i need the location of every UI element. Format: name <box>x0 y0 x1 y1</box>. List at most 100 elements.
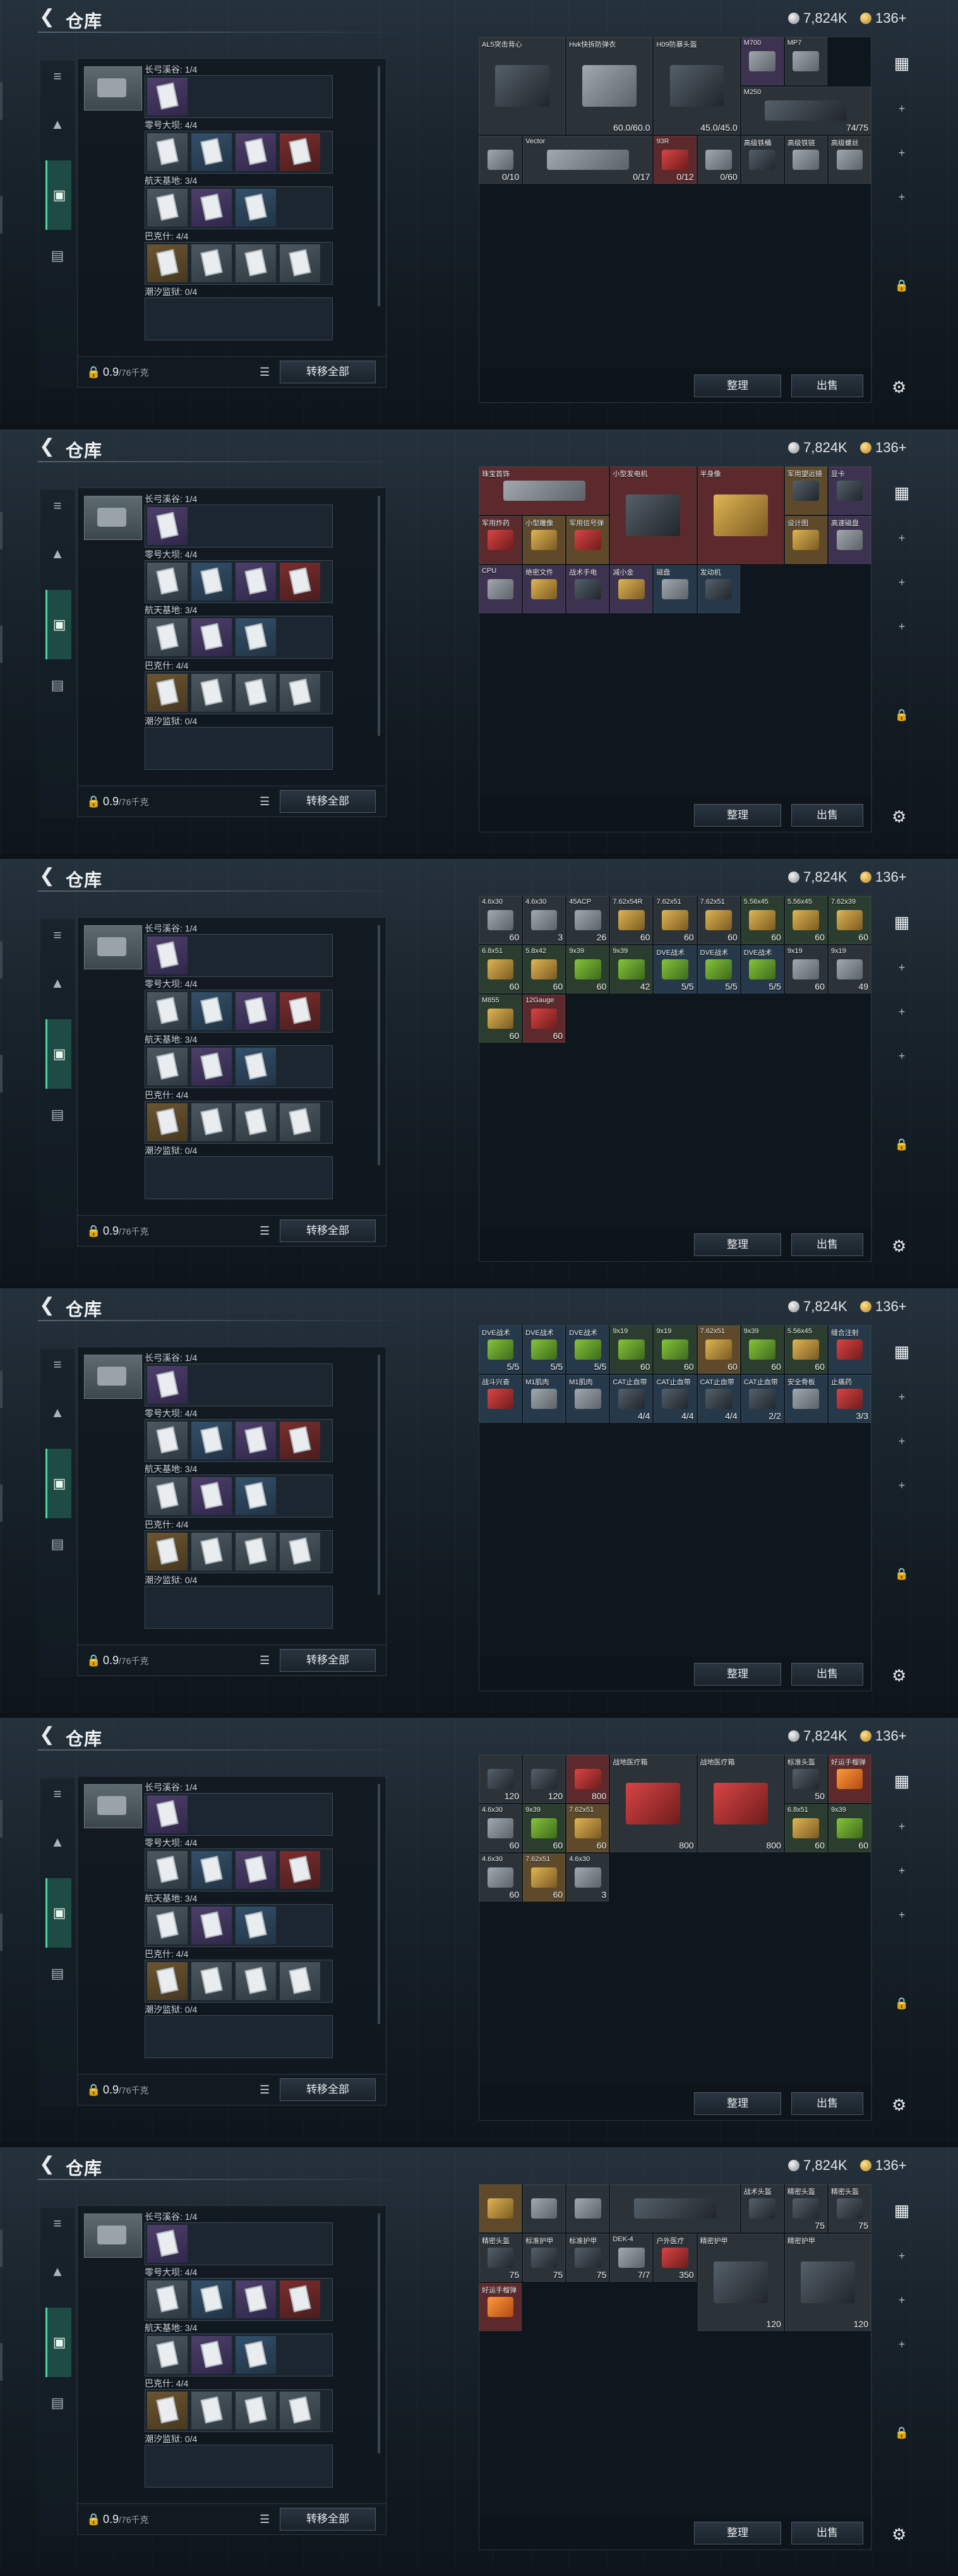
key-card-slot[interactable] <box>236 1962 276 2000</box>
key-card-slot[interactable] <box>147 937 188 974</box>
inventory-item[interactable]: 好运手榴弹 <box>479 2283 522 2331</box>
key-card-slot[interactable] <box>280 563 320 601</box>
inventory-item[interactable]: 7.62x51 60 <box>523 1854 566 1902</box>
inventory-item[interactable]: 0/10 <box>479 136 522 184</box>
key-card-slot[interactable] <box>191 244 232 282</box>
key-card-slot[interactable] <box>280 1851 320 1889</box>
inventory-item[interactable]: 小型雕像 <box>523 516 566 564</box>
inventory-item[interactable]: 军用信号弹 <box>566 516 609 564</box>
sell-button[interactable]: 出售 <box>791 1663 863 1686</box>
inventory-item[interactable]: 精密头盔 75 <box>828 2184 871 2232</box>
settings-gear-icon[interactable]: ⚙ <box>892 2525 906 2544</box>
key-card-slot[interactable] <box>236 1103 276 1141</box>
inventory-item[interactable]: 5.56x45 60 <box>784 896 827 944</box>
key-card-slot[interactable] <box>236 674 276 712</box>
inventory-item[interactable]: 7.62x51 60 <box>654 896 697 944</box>
storage-home-icon[interactable]: ▦ <box>893 484 911 501</box>
gold-currency[interactable]: 136+ <box>860 10 907 27</box>
edge-tab[interactable] <box>0 1484 3 1522</box>
gear-tab-icon[interactable]: ▲ <box>45 971 69 995</box>
key-card-slot[interactable] <box>147 674 188 712</box>
transfer-all-button[interactable]: 转移全部 <box>280 1219 376 1242</box>
backpack-tab-icon[interactable]: ▣ <box>45 1449 71 1518</box>
inventory-item[interactable]: DVE战术 5/5 <box>654 945 697 993</box>
storage-tab-icon[interactable]: ▤ <box>45 2391 69 2415</box>
weapon-tab-icon[interactable]: ≡ <box>45 64 69 88</box>
scrollbar[interactable] <box>378 1355 380 1595</box>
inventory-item[interactable]: 精密头盔 75 <box>479 2234 522 2282</box>
inventory-item[interactable]: 高级铁链 <box>784 136 827 184</box>
inventory-item[interactable]: 9x39 60 <box>523 1804 566 1852</box>
silver-currency[interactable]: 7,824K <box>788 10 847 27</box>
gold-currency[interactable]: 136+ <box>860 1728 907 1744</box>
safe-box-icon[interactable] <box>84 496 142 540</box>
lock-icon[interactable]: 🔒 <box>893 706 911 724</box>
storage-home-icon[interactable]: ▦ <box>893 913 911 931</box>
key-card-slot[interactable] <box>236 1851 276 1889</box>
key-card-slot[interactable] <box>280 2392 320 2429</box>
safe-box-icon[interactable] <box>84 925 142 969</box>
inventory-item[interactable] <box>610 2184 740 2232</box>
sell-button[interactable]: 出售 <box>791 374 863 397</box>
edge-tab[interactable] <box>0 2229 3 2267</box>
plus-icon[interactable]: + <box>893 959 911 976</box>
inventory-item[interactable]: 800 <box>566 1755 609 1803</box>
settings-gear-icon[interactable]: ⚙ <box>892 1237 906 1256</box>
key-card-slot[interactable] <box>191 1533 232 1571</box>
key-card-slot[interactable] <box>236 1533 276 1571</box>
inventory-item[interactable]: 军用望远镜 <box>784 467 827 515</box>
inventory-item[interactable]: Vector 0/17 <box>523 136 653 184</box>
inventory-item[interactable]: 9x19 49 <box>828 945 871 993</box>
key-card-slot[interactable] <box>147 563 188 601</box>
back-arrow-icon[interactable]: ❮ <box>39 2155 58 2174</box>
inventory-item[interactable]: 高级螺丝 <box>828 136 871 184</box>
inventory-item[interactable]: 6.8x51 60 <box>784 1804 827 1852</box>
inventory-item[interactable]: 精密头盔 75 <box>784 2184 827 2232</box>
key-card-slot[interactable] <box>236 618 276 656</box>
inventory-item[interactable]: 半身像 <box>697 467 784 564</box>
inventory-item[interactable]: 9x19 60 <box>784 945 827 993</box>
key-card-slot[interactable] <box>147 78 188 116</box>
inventory-item[interactable]: 显卡 <box>828 467 871 515</box>
key-card-slot[interactable] <box>191 189 232 227</box>
key-card-slot[interactable] <box>147 1103 188 1141</box>
key-card-slot[interactable] <box>280 2280 320 2318</box>
inventory-item[interactable]: 好运手榴弹 <box>828 1755 871 1803</box>
key-card-slot[interactable] <box>236 1907 276 1944</box>
edge-tab[interactable] <box>0 512 3 549</box>
inventory-item[interactable]: 战斗兴奋 <box>479 1375 522 1423</box>
gear-tab-icon[interactable]: ▲ <box>45 1401 69 1425</box>
inventory-item[interactable]: 标准头盔 50 <box>784 1755 827 1803</box>
inventory-item[interactable] <box>566 2184 609 2232</box>
plus-icon[interactable]: + <box>893 1388 911 1406</box>
inventory-item[interactable]: 精密护甲 120 <box>697 2234 784 2331</box>
key-card-slot[interactable] <box>280 674 320 712</box>
key-card-slot[interactable] <box>147 1048 188 1086</box>
plus-icon[interactable]: + <box>893 2291 911 2309</box>
inventory-item[interactable]: M855 60 <box>479 995 522 1043</box>
lock-icon[interactable]: 🔒 <box>87 1654 100 1667</box>
inventory-item[interactable]: 珠宝首饰 <box>479 467 609 515</box>
gold-currency[interactable]: 136+ <box>860 2157 907 2174</box>
inventory-item[interactable]: DVE战术 5/5 <box>741 945 784 993</box>
lock-icon[interactable]: 🔒 <box>893 277 911 294</box>
edge-tab[interactable] <box>0 1055 3 1093</box>
storage-tab-icon[interactable]: ▤ <box>45 1962 69 1986</box>
storage-home-icon[interactable]: ▦ <box>893 54 911 72</box>
scrollbar[interactable] <box>378 66 380 306</box>
transfer-all-button[interactable]: 转移全部 <box>280 790 376 813</box>
key-card-slot[interactable] <box>147 1422 188 1459</box>
inventory-item[interactable]: 4.6x30 60 <box>479 896 522 944</box>
inventory-item[interactable]: 战地医疗箱 800 <box>610 1755 697 1852</box>
inventory-item[interactable]: 设计图 <box>784 516 827 564</box>
list-icon[interactable]: ☰ <box>260 2513 270 2526</box>
inventory-item[interactable]: 战术头盔 <box>741 2184 784 2232</box>
inventory-item[interactable]: M1肌肉 <box>566 1375 609 1423</box>
key-card-slot[interactable] <box>236 1477 276 1515</box>
inventory-item[interactable]: DVE战术 5/5 <box>479 1326 522 1374</box>
lock-icon[interactable]: 🔒 <box>893 1994 911 2012</box>
weapon-tab-icon[interactable]: ≡ <box>45 2212 69 2236</box>
key-card-slot[interactable] <box>147 2225 188 2263</box>
lock-icon[interactable]: 🔒 <box>87 366 100 379</box>
list-icon[interactable]: ☰ <box>260 1654 270 1667</box>
